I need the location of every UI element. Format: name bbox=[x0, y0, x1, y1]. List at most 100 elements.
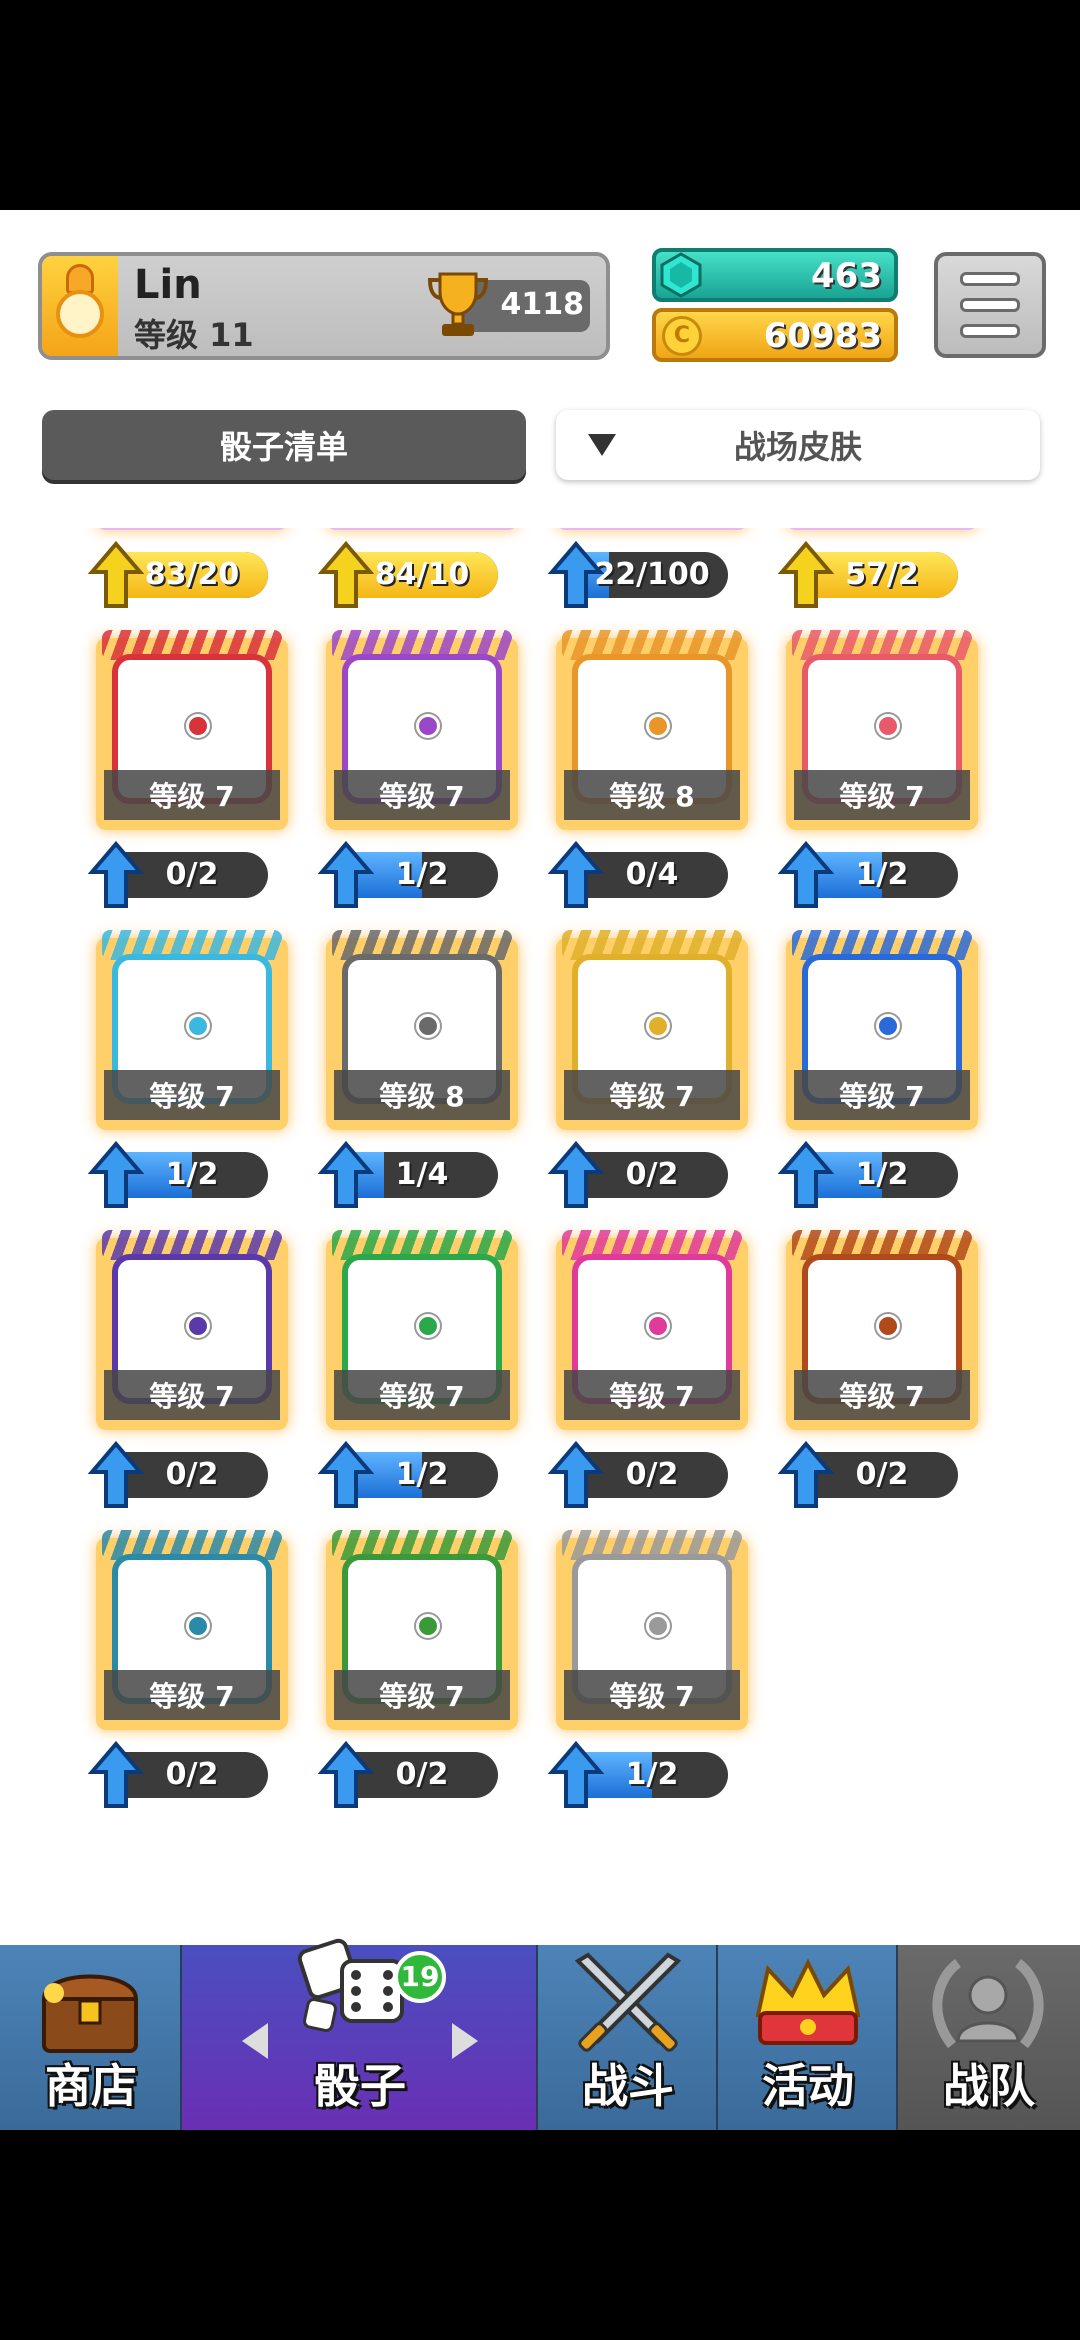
dragon-horns-icon bbox=[102, 1230, 282, 1260]
upgrade-arrow-icon bbox=[778, 1140, 834, 1208]
dice-level: 等级 7 bbox=[564, 1670, 740, 1720]
upgrade-progress[interactable]: 84/10 bbox=[318, 540, 508, 608]
nav-shop[interactable]: 商店 bbox=[0, 1945, 182, 2130]
dice-card[interactable]: 等级 10 bbox=[556, 528, 756, 538]
dice-card[interactable]: 等级 7 bbox=[96, 1530, 296, 1738]
upgrade-progress[interactable]: 1/2 bbox=[88, 1140, 278, 1208]
gem-counter[interactable]: 463 bbox=[652, 248, 898, 302]
dice-card[interactable]: 等级 8 bbox=[96, 528, 296, 538]
dice-card[interactable]: 等级 8 bbox=[326, 930, 526, 1138]
dice-pip-icon bbox=[646, 1314, 670, 1338]
dice-pip-icon bbox=[416, 1314, 440, 1338]
dice-pip-icon bbox=[416, 714, 440, 738]
nav-dice[interactable]: 19 骰子 bbox=[182, 1938, 538, 2130]
player-name: Lin bbox=[134, 262, 202, 308]
dice-pip-icon bbox=[186, 1614, 210, 1638]
dice-pip-icon bbox=[186, 1314, 210, 1338]
gem-count: 463 bbox=[811, 256, 882, 296]
dice-card[interactable]: 等级 5 bbox=[786, 528, 986, 538]
dice-card[interactable]: 等级 7 bbox=[96, 630, 296, 838]
coin-symbol: C bbox=[673, 323, 691, 348]
gem-icon bbox=[660, 252, 702, 298]
trophy-icon bbox=[427, 272, 489, 336]
nav-battle-label: 战斗 bbox=[582, 2059, 674, 2113]
nav-event[interactable]: 活动 bbox=[718, 1945, 898, 2130]
dice-card[interactable]: 等级 7 bbox=[556, 1230, 756, 1438]
dice-card[interactable]: 等级 7 bbox=[96, 930, 296, 1138]
dice-card[interactable]: 等级 7 bbox=[326, 630, 526, 838]
dice-level: 等级 7 bbox=[794, 770, 970, 820]
upgrade-progress[interactable]: 0/2 bbox=[88, 1440, 278, 1508]
dice-card[interactable]: 等级 7 bbox=[786, 930, 986, 1138]
dragon-horns-icon bbox=[332, 1530, 512, 1560]
dice-frame bbox=[786, 528, 978, 530]
bottom-nav: 商店 19 骰子 战斗 活动 战队 bbox=[0, 1938, 1080, 2130]
dice-grid: 等级 8 83/20 等级 7 84/10 等级 10 22/100 等级 5 57/2 等级 … bbox=[0, 528, 1080, 1946]
nav-clan[interactable]: 战队 bbox=[898, 1945, 1080, 2130]
tab-dice-list[interactable]: 骰子清单 bbox=[42, 410, 526, 480]
nav-event-label: 活动 bbox=[762, 2059, 854, 2113]
dice-card[interactable]: 等级 8 bbox=[556, 630, 756, 838]
upgrade-progress[interactable]: 1/4 bbox=[318, 1140, 508, 1208]
tab-battlefield-skin[interactable]: 战场皮肤 bbox=[556, 410, 1040, 480]
upgrade-progress[interactable]: 1/2 bbox=[318, 1440, 508, 1508]
dragon-horns-icon bbox=[332, 630, 512, 660]
dice-card[interactable]: 等级 7 bbox=[786, 1230, 986, 1438]
tab-dice-list-label: 骰子清单 bbox=[219, 428, 348, 466]
dice-card[interactable]: 等级 7 bbox=[556, 930, 756, 1138]
dice-pip-icon bbox=[186, 1014, 210, 1038]
dice-level: 等级 8 bbox=[334, 1070, 510, 1120]
dropdown-arrow-icon bbox=[588, 434, 616, 456]
player-level: 等级 11 bbox=[134, 316, 254, 354]
upgrade-progress[interactable]: 57/2 bbox=[778, 540, 968, 608]
upgrade-progress[interactable]: 1/2 bbox=[778, 840, 968, 908]
profile-card[interactable]: Lin 等级 11 4118 bbox=[38, 252, 610, 360]
upgrade-arrow-icon bbox=[88, 1740, 144, 1808]
dragon-horns-icon bbox=[332, 930, 512, 960]
dragon-horns-icon bbox=[102, 930, 282, 960]
dice-pip-icon bbox=[416, 1014, 440, 1038]
upgrade-progress[interactable]: 1/2 bbox=[778, 1140, 968, 1208]
dice-level: 等级 7 bbox=[104, 1370, 280, 1420]
dice-card[interactable]: 等级 7 bbox=[96, 1230, 296, 1438]
coin-icon: C bbox=[662, 316, 702, 356]
dice-level: 等级 7 bbox=[794, 1070, 970, 1120]
nav-dice-label: 骰子 bbox=[314, 2059, 406, 2113]
app-screen: Lin 等级 11 4118 463 C 60983 骰子清单 战场皮肤 83/… bbox=[0, 210, 1080, 2130]
dice-level: 等级 7 bbox=[104, 770, 280, 820]
dragon-horns-icon bbox=[562, 1530, 742, 1560]
dice-level: 等级 7 bbox=[104, 1670, 280, 1720]
upgrade-progress[interactable]: 0/4 bbox=[548, 840, 738, 908]
upgrade-progress[interactable]: 0/2 bbox=[548, 1440, 738, 1508]
dice-card[interactable]: 等级 7 bbox=[556, 1530, 756, 1738]
upgrade-progress[interactable]: 0/2 bbox=[88, 840, 278, 908]
dice-card[interactable]: 等级 7 bbox=[786, 630, 986, 838]
dice-pip-icon bbox=[876, 714, 900, 738]
gold-counter[interactable]: C 60983 bbox=[652, 308, 898, 362]
dice-pip-icon bbox=[186, 714, 210, 738]
dice-level: 等级 7 bbox=[104, 1070, 280, 1120]
menu-line-icon bbox=[960, 324, 1020, 338]
dragon-horns-icon bbox=[562, 630, 742, 660]
nav-clan-label: 战队 bbox=[943, 2059, 1035, 2113]
menu-button[interactable] bbox=[934, 252, 1046, 358]
upgrade-progress[interactable]: 0/2 bbox=[88, 1740, 278, 1808]
dice-card[interactable]: 等级 7 bbox=[326, 1230, 526, 1438]
nav-shop-label: 商店 bbox=[45, 2059, 137, 2113]
upgrade-progress[interactable]: 0/2 bbox=[318, 1740, 508, 1808]
upgrade-progress[interactable]: 22/100 bbox=[548, 540, 738, 608]
rank-medal-icon bbox=[56, 290, 104, 338]
nav-battle[interactable]: 战斗 bbox=[538, 1945, 718, 2130]
dice-card[interactable]: 等级 7 bbox=[326, 1530, 526, 1738]
upgrade-progress[interactable]: 0/2 bbox=[778, 1440, 968, 1508]
dice-level: 等级 7 bbox=[334, 770, 510, 820]
dragon-horns-icon bbox=[332, 1230, 512, 1260]
dice-pip-icon bbox=[876, 1014, 900, 1038]
dice-level: 等级 8 bbox=[564, 770, 740, 820]
upgrade-progress[interactable]: 83/20 bbox=[88, 540, 278, 608]
upgrade-progress[interactable]: 0/2 bbox=[548, 1140, 738, 1208]
dice-card[interactable]: 等级 7 bbox=[326, 528, 526, 538]
dragon-horns-icon bbox=[562, 930, 742, 960]
upgrade-progress[interactable]: 1/2 bbox=[318, 840, 508, 908]
upgrade-progress[interactable]: 1/2 bbox=[548, 1740, 738, 1808]
